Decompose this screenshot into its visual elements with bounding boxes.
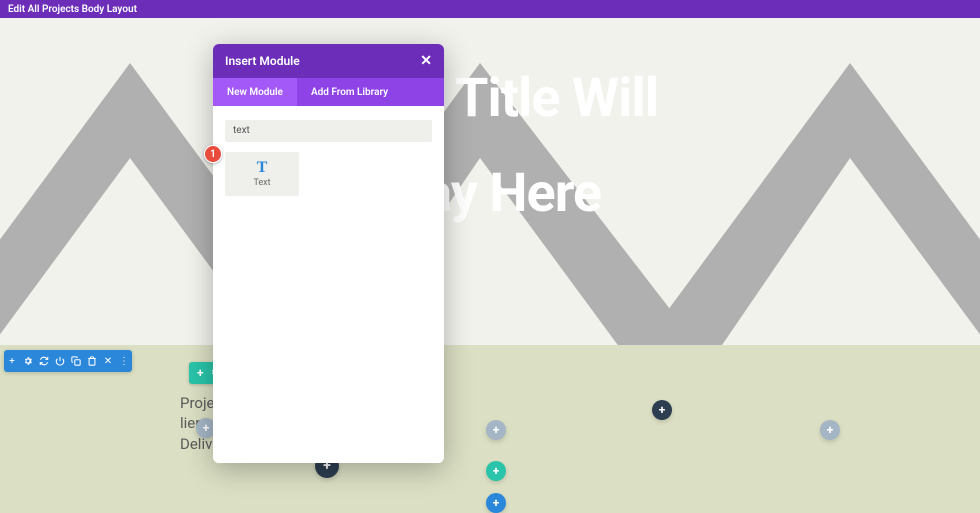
info-line1: Proje xyxy=(180,393,215,413)
text-icon: T xyxy=(257,160,268,176)
dots-icon[interactable]: ⋮ xyxy=(116,350,132,372)
tab-add-from-library[interactable]: Add From Library xyxy=(297,78,402,106)
modal-tabs: New Module Add From Library xyxy=(213,78,444,106)
sync-icon[interactable] xyxy=(36,350,52,372)
section-toolbar: + ✕ ⋮ xyxy=(4,350,132,372)
plus-icon[interactable]: + xyxy=(4,350,20,372)
module-item-label: Text xyxy=(253,178,270,188)
tab-new-module[interactable]: New Module xyxy=(213,78,297,106)
add-row-circle-button[interactable]: + xyxy=(486,461,506,481)
gear-icon[interactable] xyxy=(20,350,36,372)
add-section-button[interactable]: + xyxy=(486,493,506,513)
hero-section: Title Will lay Here xyxy=(0,18,980,345)
add-module-button[interactable]: + xyxy=(652,400,672,420)
add-column-button[interactable]: + xyxy=(820,420,840,440)
trash-icon[interactable] xyxy=(84,350,100,372)
plus-icon: + xyxy=(197,366,204,380)
callout-badge-1: 1 xyxy=(204,145,222,163)
add-column-button[interactable]: + xyxy=(486,420,506,440)
power-icon[interactable] xyxy=(52,350,68,372)
insert-module-modal: Insert Module ✕ New Module Add From Libr… xyxy=(213,44,444,463)
close-icon[interactable]: ✕ xyxy=(100,350,116,372)
close-icon[interactable]: ✕ xyxy=(420,54,432,68)
module-search-input[interactable] xyxy=(225,120,432,142)
modal-title: Insert Module xyxy=(225,54,300,68)
module-item-text[interactable]: T Text xyxy=(225,152,299,196)
copy-icon[interactable] xyxy=(68,350,84,372)
header-title: Edit All Projects Body Layout xyxy=(8,4,137,15)
hero-title-line1: Title Will xyxy=(455,71,658,128)
